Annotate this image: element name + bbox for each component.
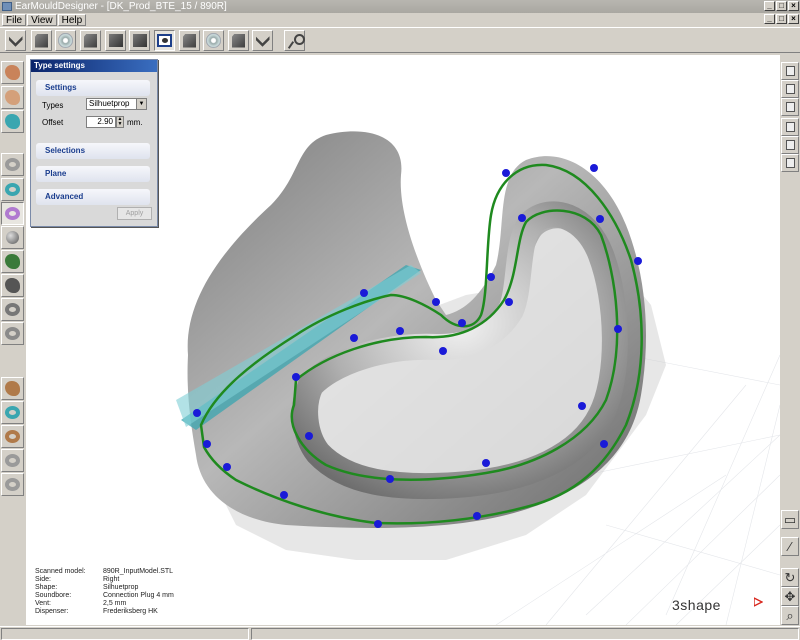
info-row: Side: Right xyxy=(35,576,120,583)
document-icon[interactable] xyxy=(179,30,200,51)
document-icon[interactable] xyxy=(228,30,249,51)
brush-icon[interactable] xyxy=(1,274,24,297)
selections-section-header[interactable]: Selections xyxy=(36,143,150,159)
logo-arrow-icon xyxy=(754,597,763,607)
view-cube-icon[interactable] xyxy=(781,154,799,172)
ring-selected-icon[interactable] xyxy=(1,202,24,225)
comment-icon[interactable]: ▭ xyxy=(781,510,799,529)
info-row: Soundbore: Connection Plug 4 mm xyxy=(35,592,174,599)
zoom-icon[interactable]: ⌕ xyxy=(781,606,799,625)
document-icon[interactable] xyxy=(31,30,52,51)
square-icon[interactable] xyxy=(105,30,126,51)
offset-unit: mm. xyxy=(127,118,143,127)
menu-help[interactable]: Help xyxy=(57,13,87,26)
info-row: Dispenser: Frederiksberg HK xyxy=(35,608,158,615)
info-row: Scanned model: 890R_InputModel.STL xyxy=(35,568,174,575)
ring-teal-icon[interactable] xyxy=(1,178,24,201)
export-arrow-icon[interactable] xyxy=(252,30,273,51)
doc-restore-icon[interactable]: □ xyxy=(776,14,787,24)
document-window-controls: _ □ × xyxy=(764,14,799,24)
left-toolbar xyxy=(0,55,26,625)
ring-outline-icon[interactable] xyxy=(1,473,24,496)
pencil-icon[interactable] xyxy=(1,377,24,400)
plane-section-header[interactable]: Plane xyxy=(36,166,150,182)
apply-button[interactable]: Apply xyxy=(117,207,152,220)
view-cube-icon[interactable] xyxy=(781,118,799,136)
square-icon[interactable] xyxy=(129,30,150,51)
status-pane xyxy=(1,628,249,640)
screen-icon[interactable] xyxy=(154,30,175,51)
ear-scan-icon[interactable] xyxy=(1,61,24,84)
doc-close-icon[interactable]: × xyxy=(788,14,799,24)
ear-trim-icon[interactable] xyxy=(1,86,24,109)
view-cube-icon[interactable] xyxy=(781,98,799,116)
types-dropdown[interactable]: Silhuetprop ▼ xyxy=(86,98,147,110)
menu-bar: File View Help xyxy=(0,13,800,26)
info-row: Shape: Silhuetprop xyxy=(35,584,139,591)
types-dropdown-value: Silhuetprop xyxy=(89,99,130,108)
disc-icon[interactable] xyxy=(55,30,76,51)
menu-view[interactable]: View xyxy=(27,13,57,26)
view-cube-icon[interactable] xyxy=(781,136,799,154)
status-pane xyxy=(251,628,799,640)
status-bar xyxy=(0,626,800,640)
ring-icon[interactable] xyxy=(1,153,24,176)
ear-fill-icon[interactable] xyxy=(1,110,24,133)
ring-brown-icon[interactable] xyxy=(1,425,24,448)
doc-minimize-icon[interactable]: _ xyxy=(764,14,775,24)
menu-file[interactable]: File xyxy=(2,13,27,26)
disc-icon[interactable] xyxy=(203,30,224,51)
ring-outline-icon[interactable] xyxy=(1,298,24,321)
company-logo: 3shape xyxy=(672,597,721,613)
types-label: Types xyxy=(42,101,64,110)
advanced-section-header[interactable]: Advanced xyxy=(36,189,150,205)
offset-spinner-icon[interactable]: ▲ ▼ xyxy=(116,116,124,128)
title-bar: EarMouldDesigner - [DK_Prod_BTE_15 / 890… xyxy=(0,0,800,13)
measure-tool-icon[interactable] xyxy=(284,30,305,51)
view-cube-icon[interactable] xyxy=(781,80,799,98)
panel-title[interactable]: Type settings xyxy=(31,60,157,72)
offset-input[interactable]: 2.90 xyxy=(86,116,116,128)
window-controls: _ □ × xyxy=(764,1,799,11)
ring-teal-icon[interactable] xyxy=(1,401,24,424)
minimize-icon[interactable]: _ xyxy=(764,1,775,11)
window-title: EarMouldDesigner - [DK_Prod_BTE_15 / 890… xyxy=(15,1,227,12)
maximize-icon[interactable]: □ xyxy=(776,1,787,11)
pan-icon[interactable]: ✥ xyxy=(781,587,799,606)
info-row: Vent: 2,5 mm xyxy=(35,600,127,607)
offset-label: Offset xyxy=(42,118,64,127)
settings-section-header[interactable]: Settings xyxy=(36,80,150,96)
right-toolbar: ▭ ⁄ ↻ ✥ ⌕ xyxy=(780,55,800,625)
document-icon[interactable] xyxy=(80,30,101,51)
ring-outline-icon[interactable] xyxy=(1,322,24,345)
link-icon[interactable]: ⁄ xyxy=(781,537,799,556)
model-info: Scanned model: 890R_InputModel.STL Side: R… xyxy=(35,568,174,616)
main-toolbar xyxy=(0,27,800,53)
app-icon xyxy=(2,2,12,11)
close-icon[interactable]: × xyxy=(788,1,799,11)
ring-outline-icon[interactable] xyxy=(1,449,24,472)
bucket-icon[interactable] xyxy=(1,250,24,273)
ball-icon[interactable] xyxy=(1,226,24,249)
chevron-down-icon[interactable]: ▼ xyxy=(136,99,146,109)
rotate-icon[interactable]: ↻ xyxy=(781,568,799,587)
import-arrow-icon[interactable] xyxy=(5,30,26,51)
view-cube-icon[interactable] xyxy=(781,62,799,80)
